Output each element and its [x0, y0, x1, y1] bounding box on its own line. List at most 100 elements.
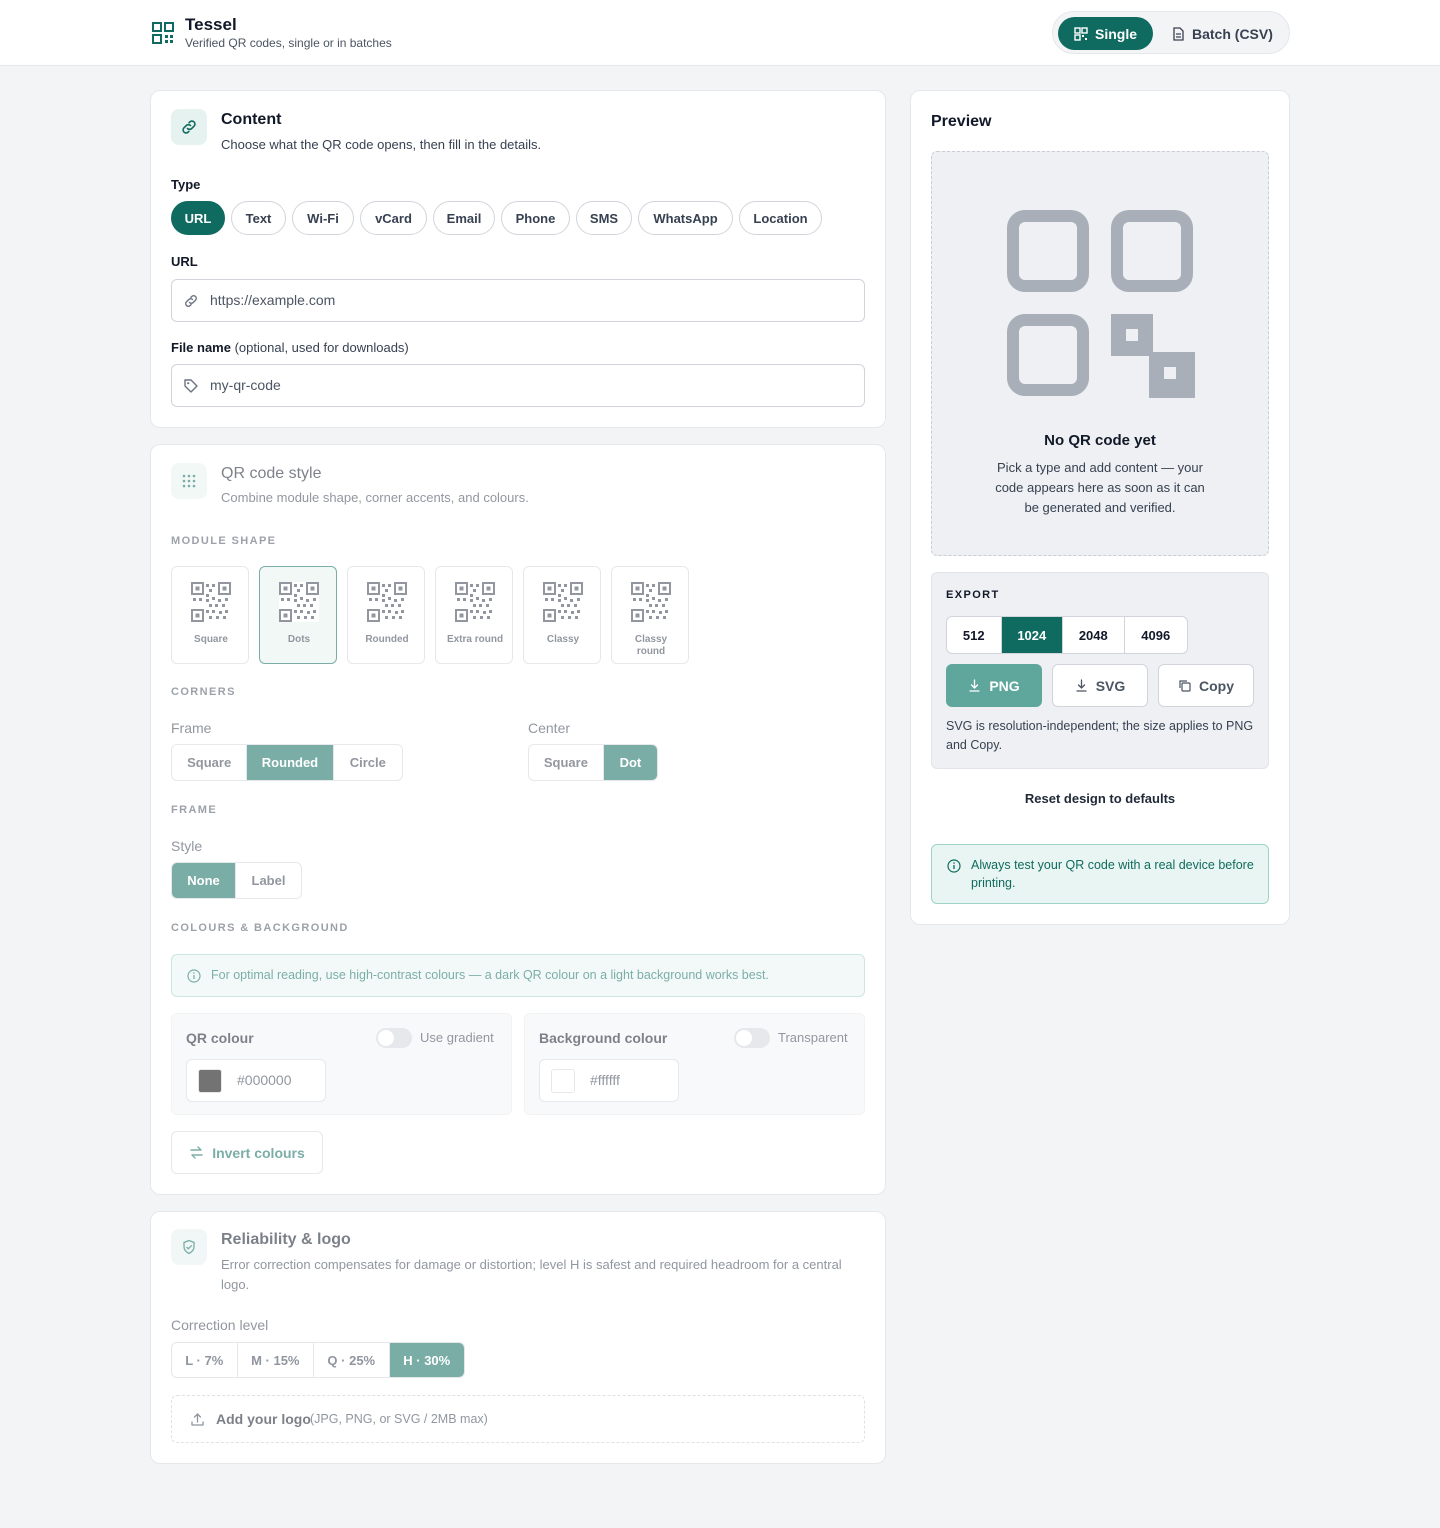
single-mode-button[interactable]: Single [1058, 17, 1154, 50]
level-h-option[interactable]: H · 30% [389, 1343, 464, 1377]
download-icon [1076, 679, 1087, 692]
batch-mode-button[interactable]: Batch (CSV) [1156, 17, 1289, 50]
level-q-option[interactable]: Q · 25% [314, 1343, 390, 1377]
single-mode-label: Single [1095, 25, 1138, 42]
qr-preview-classy-icon [543, 582, 583, 622]
qr-preview-dots-icon [279, 582, 319, 622]
bg-colour-input[interactable]: #ffffff [539, 1059, 679, 1102]
shape-classy-round-label: Classy round [634, 634, 668, 657]
level-m-option[interactable]: M · 15% [238, 1343, 315, 1377]
shape-square[interactable]: Square [171, 566, 249, 664]
size-2048-option[interactable]: 2048 [1063, 617, 1125, 653]
frame-corner-segmented: Square Rounded Circle [171, 744, 403, 781]
url-placeholder: https://example.com [210, 292, 336, 308]
export-panel: EXPORT 512 1024 2048 4096 PNG SVG Copy S… [931, 572, 1269, 769]
svg-label: SVG [1095, 677, 1126, 694]
content-card-icon-wrap [171, 109, 207, 145]
export-size-segmented: 512 1024 2048 4096 [946, 616, 1188, 654]
png-label: PNG [989, 677, 1020, 694]
type-chip-wifi[interactable]: Wi-Fi [292, 201, 354, 235]
qr-preview-classy-round-icon [631, 582, 671, 622]
swap-icon [190, 1146, 203, 1159]
logo-upload-label: Add your logo [216, 1411, 311, 1427]
type-chip-phone[interactable]: Phone [501, 201, 570, 235]
bg-colour-panel: Background colour Transparent #ffffff [524, 1013, 865, 1115]
shape-extra-round-label: Extra round [446, 634, 504, 645]
app-header: Tessel Verified QR codes, single or in b… [0, 0, 1440, 66]
file-name-label-text: File name [171, 340, 231, 355]
qr-colour-input[interactable]: #000000 [186, 1059, 326, 1102]
size-1024-option[interactable]: 1024 [1001, 617, 1064, 653]
center-corner-segmented: Square Dot [528, 744, 658, 781]
type-chip-whatsapp[interactable]: WhatsApp [638, 201, 733, 235]
copy-label: Copy [1199, 677, 1234, 694]
shape-dots[interactable]: Dots [259, 566, 337, 664]
style-label: Style [171, 838, 203, 854]
logo-upload-dropzone[interactable]: Add your logo (JPG, PNG, or SVG / 2MB ma… [171, 1395, 865, 1443]
shape-classy-round[interactable]: Classy round [611, 566, 689, 664]
copy-button[interactable]: Copy [1158, 664, 1254, 707]
url-label: URL [171, 254, 198, 269]
qr-colour-swatch[interactable] [198, 1069, 222, 1093]
app-title: Tessel [185, 15, 237, 34]
contrast-note: For optimal reading, use high-contrast c… [171, 954, 865, 997]
shape-classy-label: Classy [546, 634, 580, 645]
frame-rounded-option[interactable]: Rounded [247, 745, 334, 780]
frame-circle-option[interactable]: Circle [334, 745, 402, 780]
center-dot-option[interactable]: Dot [603, 745, 657, 780]
info-icon [947, 859, 961, 873]
size-4096-option[interactable]: 4096 [1125, 617, 1187, 653]
type-chip-vcard[interactable]: vCard [360, 201, 427, 235]
link-icon [182, 120, 196, 134]
empty-title: No QR code yet [1044, 432, 1156, 449]
download-icon [969, 679, 980, 692]
shape-classy[interactable]: Classy [523, 566, 601, 664]
reliability-icon-wrap [171, 1229, 207, 1265]
reset-design-link[interactable]: Reset design to defaults [931, 791, 1269, 806]
style-label-option[interactable]: Label [236, 863, 301, 898]
type-chip-url[interactable]: URL [171, 201, 225, 235]
bg-colour-swatch[interactable] [551, 1069, 575, 1093]
type-chip-sms[interactable]: SMS [576, 201, 632, 235]
file-name-input[interactable]: my-qr-code [171, 364, 865, 407]
gradient-toggle[interactable] [376, 1028, 412, 1048]
shape-rounded-label: Rounded [365, 634, 409, 645]
invert-colours-label: Invert colours [212, 1144, 305, 1161]
shape-dots-label: Dots [287, 634, 311, 645]
content-subtitle: Choose what the QR code opens, then fill… [221, 137, 542, 152]
reliability-subtitle: Error correction compensates for damage … [221, 1257, 842, 1292]
qr-placeholder-icon [1007, 210, 1195, 398]
style-none-option[interactable]: None [172, 863, 237, 898]
shield-check-icon [183, 1239, 195, 1255]
file-name-label: File name (optional, used for downloads) [171, 340, 409, 355]
download-png-button[interactable]: PNG [946, 664, 1042, 707]
shape-extra-round[interactable]: Extra round [435, 566, 513, 664]
shape-square-label: Square [194, 634, 228, 645]
type-label: Type [171, 177, 201, 192]
qr-colour-value: #000000 [237, 1072, 292, 1088]
tag-icon [184, 379, 198, 393]
type-chip-text[interactable]: Text [231, 201, 286, 235]
center-square-option[interactable]: Square [529, 745, 604, 780]
preview-placeholder: No QR code yet Pick a type and add conte… [931, 151, 1269, 556]
batch-mode-label: Batch (CSV) [1192, 25, 1273, 42]
style-subtitle: Combine module shape, corner accents, an… [221, 490, 529, 505]
download-svg-button[interactable]: SVG [1052, 664, 1148, 707]
file-icon [1173, 26, 1184, 41]
correction-level-label: Correction level [171, 1317, 269, 1333]
invert-colours-button[interactable]: Invert colours [171, 1131, 323, 1174]
type-chip-email[interactable]: Email [433, 201, 495, 235]
qr-preview-rounded-icon [367, 582, 407, 622]
center-label: Center [528, 720, 571, 736]
qr-icon [1074, 26, 1088, 41]
level-l-option[interactable]: L · 7% [172, 1343, 238, 1377]
size-512-option[interactable]: 512 [947, 617, 1002, 653]
frame-square-option[interactable]: Square [172, 745, 248, 780]
shape-rounded[interactable]: Rounded [347, 566, 425, 664]
transparent-toggle[interactable] [734, 1028, 770, 1048]
transparent-label: Transparent [778, 1030, 848, 1045]
mode-switch: Single Batch (CSV) [1052, 11, 1290, 54]
file-name-hint: (optional, used for downloads) [234, 340, 409, 355]
type-chip-location[interactable]: Location [739, 201, 822, 235]
url-input[interactable]: https://example.com [171, 279, 865, 322]
